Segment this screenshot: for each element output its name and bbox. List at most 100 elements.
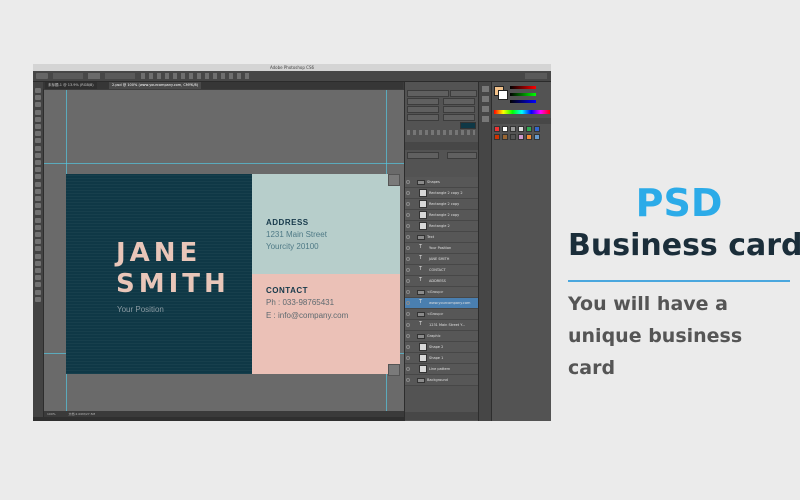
layer-row[interactable]: Twww.yourcompany.com [405,298,479,309]
tool-icon[interactable] [35,131,41,137]
vertical-scale-field[interactable] [407,114,439,121]
layer-row[interactable]: Shape 1 [405,353,479,364]
tool-icon[interactable] [35,102,41,108]
tool-icon[interactable] [35,296,41,302]
visibility-eye-icon[interactable] [406,268,410,272]
layer-row[interactable]: Graphic [405,331,479,342]
layer-row[interactable]: Rectangle 2 copy [405,210,479,221]
visibility-eye-icon[interactable] [406,257,410,261]
history-icon[interactable] [482,86,489,92]
leading-field[interactable] [443,98,475,105]
font-family-select[interactable] [407,90,449,97]
show-transform-controls[interactable] [105,73,135,79]
visibility-eye-icon[interactable] [406,224,410,228]
tool-preset-picker[interactable] [36,73,48,79]
visibility-eye-icon[interactable] [406,345,410,349]
font-size-field[interactable] [407,98,439,105]
opacity-field[interactable] [447,152,477,159]
visibility-eye-icon[interactable] [406,279,410,283]
layer-row[interactable]: Background [405,375,479,386]
tool-icon[interactable] [35,138,41,144]
layer-row[interactable]: Shapes [405,177,479,188]
type-style-buttons[interactable] [407,130,475,135]
tool-icon[interactable] [35,268,41,273]
doc-tab-1[interactable]: 未标题-1 @ 13.9% (RGB/8) [45,82,97,89]
tool-icon[interactable] [35,174,41,180]
tool-icon[interactable] [35,152,41,158]
properties-icon[interactable] [482,96,489,102]
tool-icon[interactable] [35,217,41,223]
layer-row[interactable]: Text [405,232,479,243]
layer-dropdown[interactable] [88,73,100,79]
tool-icon[interactable] [35,210,41,216]
layer-row[interactable]: T ADDRESS [405,276,479,287]
font-style-select[interactable] [450,90,477,97]
tool-icon[interactable] [35,181,41,187]
layer-row[interactable]: <Group> [405,309,479,320]
layers-footer-buttons[interactable] [405,412,479,420]
align-buttons[interactable] [141,73,251,79]
tool-icon[interactable] [35,196,41,201]
swatch[interactable] [534,134,540,140]
tool-icon[interactable] [35,239,41,245]
canvas-area[interactable]: JANE SMITH Your Position ADDRESS 1231 Ma… [44,90,404,411]
tool-icon[interactable] [35,145,41,151]
layer-row[interactable]: T Your Position [405,243,479,254]
visibility-eye-icon[interactable] [406,180,410,184]
visibility-eye-icon[interactable] [406,312,410,316]
visibility-eye-icon[interactable] [406,191,410,195]
swatch[interactable] [518,126,524,132]
layer-row[interactable]: Rectangle 2 [405,221,479,232]
layer-row[interactable]: T 1231 Main Street Y... [405,320,479,331]
tool-icon[interactable] [35,160,41,165]
swatch[interactable] [494,126,500,132]
layer-row[interactable]: T JANE SMITH [405,254,479,265]
tool-icon[interactable] [35,124,41,129]
color-spectrum[interactable] [494,110,550,114]
kerning-field[interactable] [443,106,475,113]
tool-icon[interactable] [35,246,41,252]
actions-icon[interactable] [482,106,489,112]
tool-icon[interactable] [35,88,41,93]
tool-icon[interactable] [35,282,41,288]
tool-icon[interactable] [35,95,41,101]
swatch[interactable] [502,134,508,140]
blue-slider[interactable] [510,100,536,103]
visibility-eye-icon[interactable] [406,202,410,206]
visibility-eye-icon[interactable] [406,290,410,294]
swatch[interactable] [510,126,516,132]
layer-row[interactable]: Rectangle 2 copy [405,199,479,210]
visibility-eye-icon[interactable] [406,213,410,217]
green-slider[interactable] [510,93,536,96]
visibility-eye-icon[interactable] [406,246,410,250]
swatch[interactable] [526,126,532,132]
visibility-eye-icon[interactable] [406,356,410,360]
text-color-swatch[interactable] [460,122,476,129]
background-color[interactable] [498,90,508,100]
swatch[interactable] [494,134,500,140]
swatch[interactable] [502,126,508,132]
blend-mode-select[interactable] [407,152,439,159]
visibility-eye-icon[interactable] [406,235,410,239]
tool-icon[interactable] [35,275,41,281]
swatch[interactable] [518,134,524,140]
visibility-eye-icon[interactable] [406,323,410,327]
visibility-eye-icon[interactable] [406,367,410,371]
tool-icon[interactable] [35,260,41,266]
visibility-eye-icon[interactable] [406,301,410,305]
auto-select-option[interactable] [53,73,83,79]
tool-icon[interactable] [35,167,41,173]
tool-icon[interactable] [35,232,41,237]
tool-icon[interactable] [35,188,41,194]
tool-icon[interactable] [35,203,41,209]
layer-row[interactable]: Rectangle 2 copy 2 [405,188,479,199]
swatch[interactable] [526,134,532,140]
info-icon[interactable] [482,116,489,122]
zoom-level[interactable]: 100% [47,412,56,416]
workspace-switcher[interactable] [525,73,547,79]
layer-row[interactable]: Shape 2 [405,342,479,353]
red-slider[interactable] [510,86,536,89]
visibility-eye-icon[interactable] [406,378,410,382]
tool-icon[interactable] [35,253,41,259]
tool-icon[interactable] [35,109,41,115]
